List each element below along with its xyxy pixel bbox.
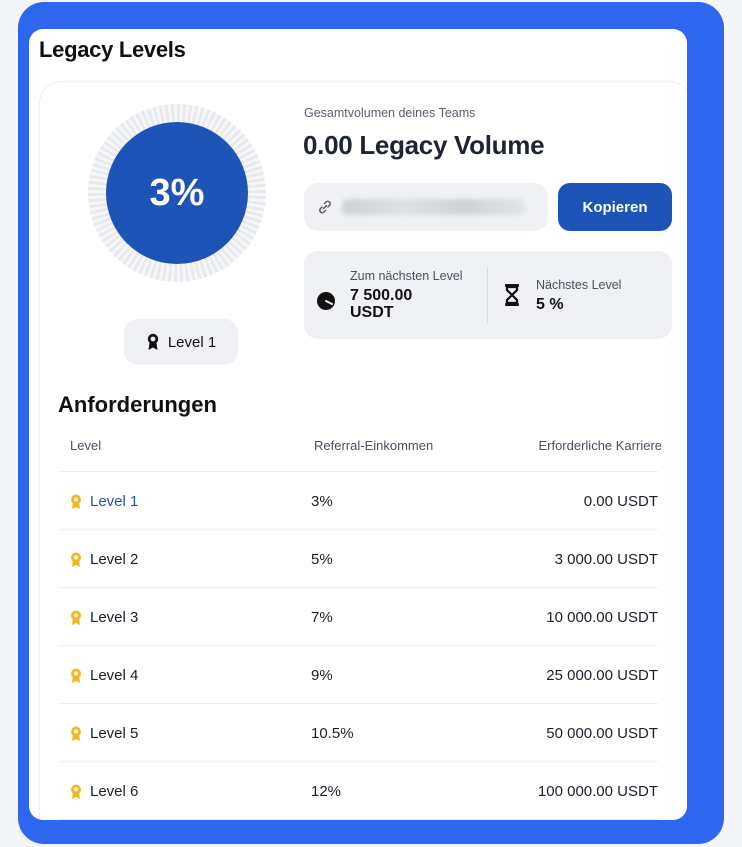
referral-link-obscured — [342, 199, 526, 215]
row-required-career: 50 000.00 USDT — [546, 725, 658, 742]
row-required-career: 3 000.00 USDT — [554, 551, 658, 568]
column-header-level: Level — [70, 438, 102, 453]
panel-title: Legacy Levels — [39, 37, 186, 62]
row-level-cell: Level 6 — [70, 783, 138, 800]
row-required-career: 0.00 USDT — [583, 493, 658, 510]
progress-gauge: 3% — [88, 104, 266, 282]
next-level-percent-stat: Nächstes Level 5 % — [504, 251, 621, 339]
row-referral-income: 10.5% — [311, 725, 354, 742]
requirements-title: Anforderungen — [58, 392, 217, 417]
team-volume-value: 0.00 Legacy Volume — [303, 130, 545, 160]
row-required-career: 100 000.00 USDT — [537, 783, 658, 800]
table-row[interactable]: Level 3 7% 10 000.00 USDT — [58, 589, 658, 646]
copy-button[interactable]: Kopieren — [558, 183, 672, 231]
medal-icon — [70, 610, 82, 626]
row-required-career: 10 000.00 USDT — [546, 609, 658, 626]
medal-icon — [70, 784, 82, 800]
award-icon — [146, 333, 160, 351]
team-volume-label: Gesamtvolumen deines Teams — [304, 106, 476, 120]
table-row[interactable]: Level 5 10.5% 50 000.00 USDT — [58, 705, 658, 762]
current-level-label: Level 1 — [167, 333, 217, 351]
link-icon — [318, 200, 332, 214]
progress-percent: 3% — [106, 122, 248, 264]
row-referral-income: 3% — [311, 493, 333, 510]
levels-card: 3% Level 1 Gesamtvolumen deines Teams 0.… — [39, 81, 687, 820]
medal-icon — [70, 494, 82, 510]
row-level-cell: Level 3 — [70, 609, 138, 626]
next-level-stats: Zum nächsten Level 7 500.00 USDT Nächste… — [304, 251, 672, 339]
table-row[interactable]: Level 6 12% 100 000.00 USDT — [58, 763, 658, 820]
legacy-levels-panel: Legacy Levels 3% Level 1 Gesamtvolumen d… — [29, 29, 687, 820]
row-level-cell: Level 5 — [70, 725, 138, 742]
next-level-amount-stat: Zum nächsten Level 7 500.00 USDT — [316, 251, 463, 339]
row-referral-income: 7% — [311, 609, 333, 626]
row-referral-income: 9% — [311, 667, 333, 684]
row-level-label: Level 5 — [90, 725, 139, 742]
clock-icon — [316, 291, 336, 311]
next-level-unit: USDT — [350, 304, 394, 321]
row-referral-income: 12% — [311, 783, 342, 800]
next-level-percent: 5 % — [536, 295, 564, 313]
table-row[interactable]: Level 4 9% 25 000.00 USDT — [58, 647, 658, 704]
row-level-label[interactable]: Level 1 — [90, 493, 138, 510]
row-referral-income: 5% — [311, 551, 333, 568]
row-level-cell: Level 4 — [70, 667, 138, 684]
current-level-badge: Level 1 — [124, 319, 238, 365]
table-row[interactable]: Level 1 3% 0.00 USDT — [58, 473, 658, 530]
column-header-referral-income: Referral-Einkommen — [314, 438, 434, 453]
requirements-table-header: Level Referral-Einkommen Erforderliche K… — [58, 438, 662, 472]
next-level-percent-label: Nächstes Level — [536, 277, 622, 292]
hourglass-icon — [504, 284, 520, 306]
column-header-required-career: Erforderliche Karriere — [538, 438, 662, 453]
table-row[interactable]: Level 2 5% 3 000.00 USDT — [58, 531, 658, 588]
row-required-career: 25 000.00 USDT — [546, 667, 658, 684]
next-level-amount: 7 500.00 — [350, 287, 413, 304]
row-level-label: Level 6 — [90, 783, 139, 800]
row-level-cell: Level 2 — [70, 551, 138, 568]
next-level-amount-label: Zum nächsten Level — [350, 269, 463, 283]
row-level-label: Level 3 — [90, 609, 139, 626]
stats-divider — [487, 267, 488, 323]
medal-icon — [70, 552, 82, 568]
referral-link-field[interactable] — [304, 183, 548, 231]
row-level-label: Level 2 — [90, 551, 139, 568]
medal-icon — [70, 668, 82, 684]
medal-icon — [70, 726, 82, 742]
row-level-cell: Level 1 — [70, 493, 138, 510]
row-level-label: Level 4 — [90, 667, 139, 684]
